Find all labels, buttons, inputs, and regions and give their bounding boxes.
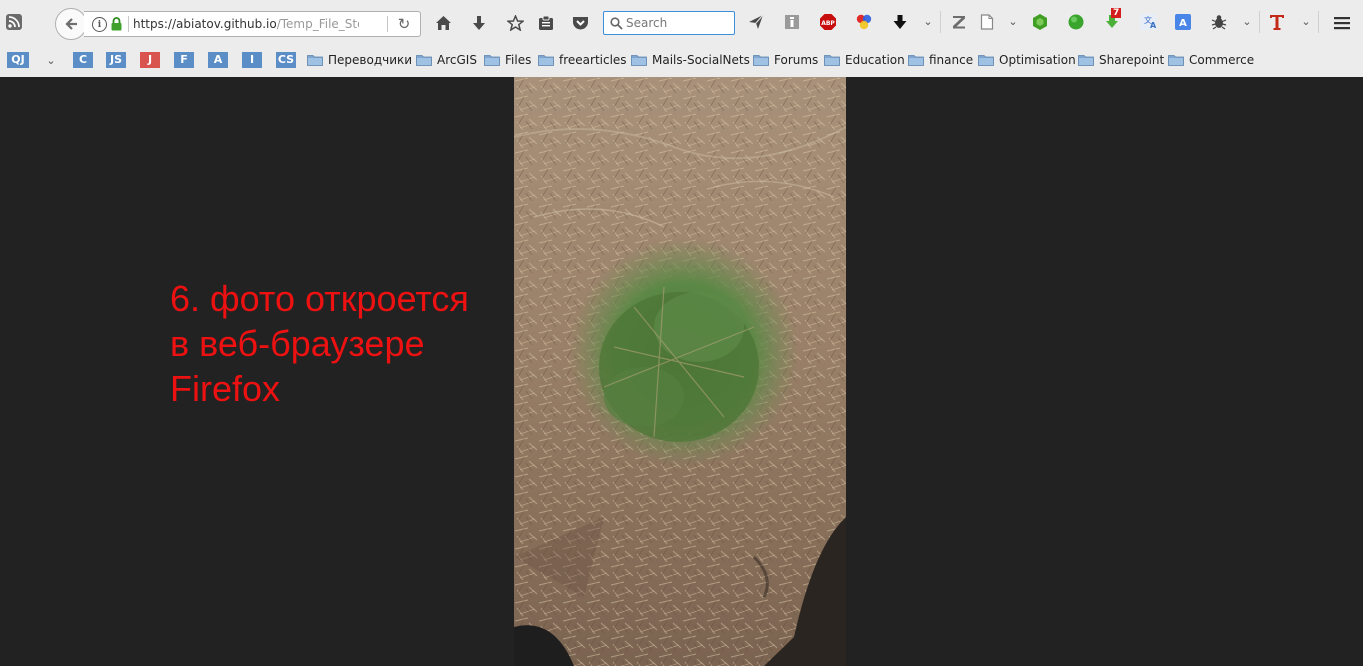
- bookmark-star-icon[interactable]: [504, 12, 526, 34]
- home-icon[interactable]: [432, 12, 454, 34]
- url-text[interactable]: https://abiatov.github.io/Temp_File_Stor…: [133, 16, 359, 32]
- page-info-icon[interactable]: [783, 13, 801, 31]
- chevron-down-icon[interactable]: ⌄: [44, 53, 58, 67]
- hamburger-menu-icon[interactable]: [1331, 12, 1353, 34]
- bookmark-cs[interactable]: CS: [276, 52, 296, 68]
- bookmark-folder-forums[interactable]: Forums: [753, 48, 818, 72]
- bookmark-folder-freearticles[interactable]: freearticles: [538, 48, 627, 72]
- bookmark-folder-optimisation[interactable]: Optimisation: [978, 48, 1076, 72]
- reader-list-icon[interactable]: [535, 12, 557, 34]
- bookmark-qj[interactable]: QJ: [7, 52, 29, 68]
- folder-icon: [1078, 54, 1094, 66]
- folder-icon: [538, 54, 554, 66]
- back-button[interactable]: [55, 8, 87, 40]
- chevron-down-icon[interactable]: ⌄: [1240, 14, 1254, 28]
- document-icon[interactable]: [978, 13, 996, 31]
- bookmarks-toolbar: QJ ⌄ C JS J F A I CS Переводчики ArcGIS …: [0, 44, 1363, 76]
- bookmark-folder-arcgis[interactable]: ArcGIS: [416, 48, 477, 72]
- tex-addon-icon[interactable]: [1268, 13, 1286, 31]
- bookmark-a[interactable]: A: [208, 52, 228, 68]
- bookmark-i[interactable]: I: [242, 52, 262, 68]
- bookmark-folder-mails-socialnets[interactable]: Mails-SocialNets: [631, 48, 750, 72]
- folder-icon: [753, 54, 769, 66]
- folder-icon: [631, 54, 647, 66]
- search-box[interactable]: [603, 11, 735, 35]
- bookmark-js[interactable]: JS: [106, 52, 126, 68]
- caption-line-3: Firefox: [170, 368, 281, 409]
- google-translate-icon[interactable]: A: [1174, 13, 1192, 31]
- adblock-plus-icon[interactable]: ABP: [819, 13, 837, 31]
- lock-icon[interactable]: [110, 16, 122, 32]
- folder-icon: [416, 54, 432, 66]
- url-bar[interactable]: i https://abiatov.github.io/Temp_File_St…: [84, 11, 421, 37]
- zotero-icon[interactable]: [950, 13, 968, 31]
- chevron-down-icon[interactable]: ⌄: [1006, 14, 1020, 28]
- arrow-left-icon: [65, 18, 77, 30]
- folder-icon: [824, 54, 840, 66]
- svg-text:A: A: [1150, 21, 1157, 30]
- folder-icon: [978, 54, 994, 66]
- hexagon-addon-icon[interactable]: [1031, 13, 1049, 31]
- bookmark-folder-sharepoint[interactable]: Sharepoint: [1078, 48, 1164, 72]
- pocket-icon[interactable]: [569, 12, 591, 34]
- bookmark-j[interactable]: J: [140, 52, 160, 68]
- navigation-toolbar: i https://abiatov.github.io/Temp_File_St…: [0, 0, 1363, 44]
- chevron-down-icon[interactable]: ⌄: [921, 14, 935, 28]
- bookmark-folder-commerce[interactable]: Commerce: [1168, 48, 1254, 72]
- folder-icon: [908, 54, 924, 66]
- svg-text:A: A: [1179, 18, 1187, 29]
- caption-line-2: в веб-браузере: [170, 323, 425, 364]
- rss-feed-icon[interactable]: [4, 12, 24, 32]
- toolbar-separator: [1318, 11, 1319, 33]
- toolbar-separator: [940, 11, 941, 33]
- notification-badge: 7: [1111, 8, 1122, 18]
- download-arrow-icon[interactable]: [891, 13, 909, 31]
- opened-photo[interactable]: [514, 77, 846, 666]
- search-input[interactable]: [626, 14, 726, 31]
- url-divider-2: [387, 16, 388, 32]
- green-status-icon[interactable]: [1067, 13, 1085, 31]
- folder-icon: [1168, 54, 1184, 66]
- bookmark-folder-education[interactable]: Education: [824, 48, 905, 72]
- color-picker-icon[interactable]: [855, 13, 873, 31]
- toolbar-separator: [1259, 11, 1260, 33]
- url-host: https://abiatov.github.io: [133, 17, 277, 31]
- folder-icon: [484, 54, 500, 66]
- reload-icon[interactable]: ↻: [395, 15, 413, 33]
- bookmark-c[interactable]: C: [73, 52, 93, 68]
- url-divider: [128, 16, 129, 32]
- bookmark-folder-translators[interactable]: Переводчики: [307, 48, 412, 72]
- send-tab-icon[interactable]: [747, 13, 765, 31]
- abp-label: ABP: [821, 20, 835, 27]
- page-viewport: 6. фото откроется в веб-браузере Firefox: [0, 77, 1363, 666]
- translate-icon[interactable]: 文A: [1139, 13, 1157, 31]
- caption-line-1: 6. фото откроется: [170, 278, 469, 319]
- ground-plant-photo: [514, 77, 846, 666]
- bug-icon[interactable]: [1210, 13, 1228, 31]
- bookmark-folder-files[interactable]: Files: [484, 48, 531, 72]
- chevron-down-icon[interactable]: ⌄: [1299, 14, 1313, 28]
- search-icon: [608, 15, 624, 31]
- info-icon[interactable]: i: [92, 17, 107, 32]
- notification-download-icon[interactable]: 7: [1103, 8, 1122, 31]
- bookmark-folder-finance[interactable]: finance: [908, 48, 973, 72]
- browser-chrome: i https://abiatov.github.io/Temp_File_St…: [0, 0, 1363, 78]
- downloads-icon[interactable]: [468, 12, 490, 34]
- folder-icon: [307, 54, 323, 66]
- url-path: /Temp_File_Store/: [276, 17, 359, 31]
- instruction-caption: 6. фото откроется в веб-браузере Firefox: [170, 276, 515, 411]
- bookmark-f[interactable]: F: [174, 52, 194, 68]
